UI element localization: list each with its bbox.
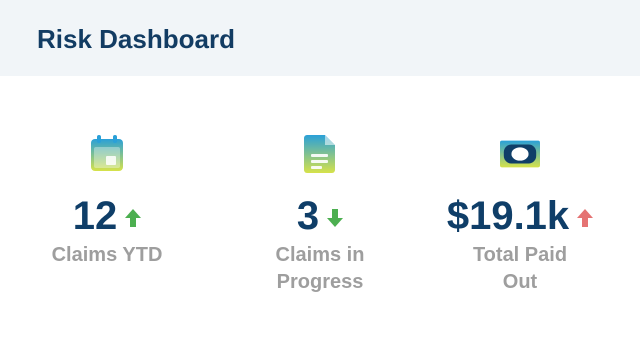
trend-up-icon	[125, 209, 142, 227]
stat-value: $19.1k	[446, 194, 570, 238]
stat-label: Total Paid Out	[472, 244, 568, 293]
stat-value: 3	[296, 194, 320, 238]
cash-icon	[500, 132, 540, 176]
stat-label: Claims in Progress	[275, 244, 365, 293]
stat-claims-ytd: 12 Claims YTD	[7, 132, 207, 269]
dashboard-header: Risk Dashboard	[0, 0, 640, 76]
trend-up-icon	[577, 209, 594, 227]
calendar-icon	[87, 132, 127, 176]
stat-claims-in-progress: 3 Claims in Progress	[220, 132, 420, 296]
stat-total-paid-out: $19.1k Total Paid Out	[420, 132, 620, 296]
document-icon	[300, 132, 340, 176]
page-title: Risk Dashboard	[37, 23, 235, 54]
stat-label: Claims YTD	[51, 244, 163, 266]
stat-value: 12	[72, 194, 118, 238]
trend-down-icon	[327, 209, 344, 227]
